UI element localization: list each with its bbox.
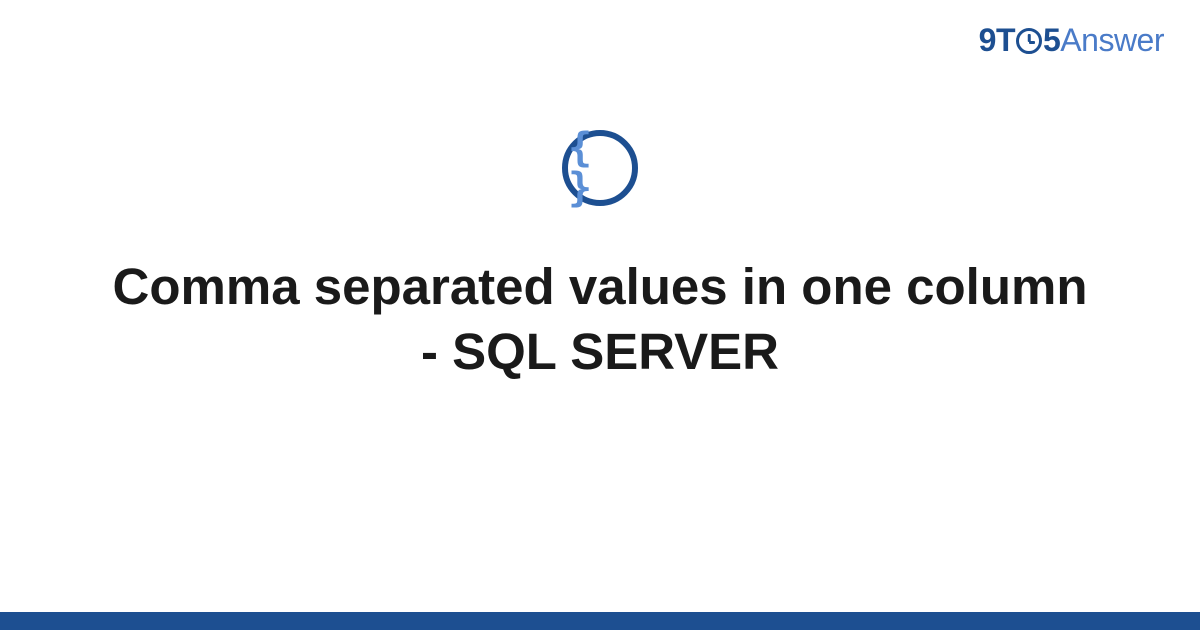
topic-icon-container: { }	[562, 130, 638, 206]
logo-text-9t: 9T	[979, 22, 1015, 59]
site-logo[interactable]: 9T 5 Answer	[979, 22, 1164, 59]
question-title: Comma separated values in one column - S…	[100, 254, 1100, 385]
code-braces-icon: { }	[568, 128, 632, 208]
main-content: { } Comma separated values in one column…	[0, 130, 1200, 385]
logo-text-answer: Answer	[1060, 22, 1164, 59]
logo-text-5: 5	[1043, 22, 1060, 59]
footer-accent-bar	[0, 612, 1200, 630]
clock-icon	[1016, 28, 1042, 54]
